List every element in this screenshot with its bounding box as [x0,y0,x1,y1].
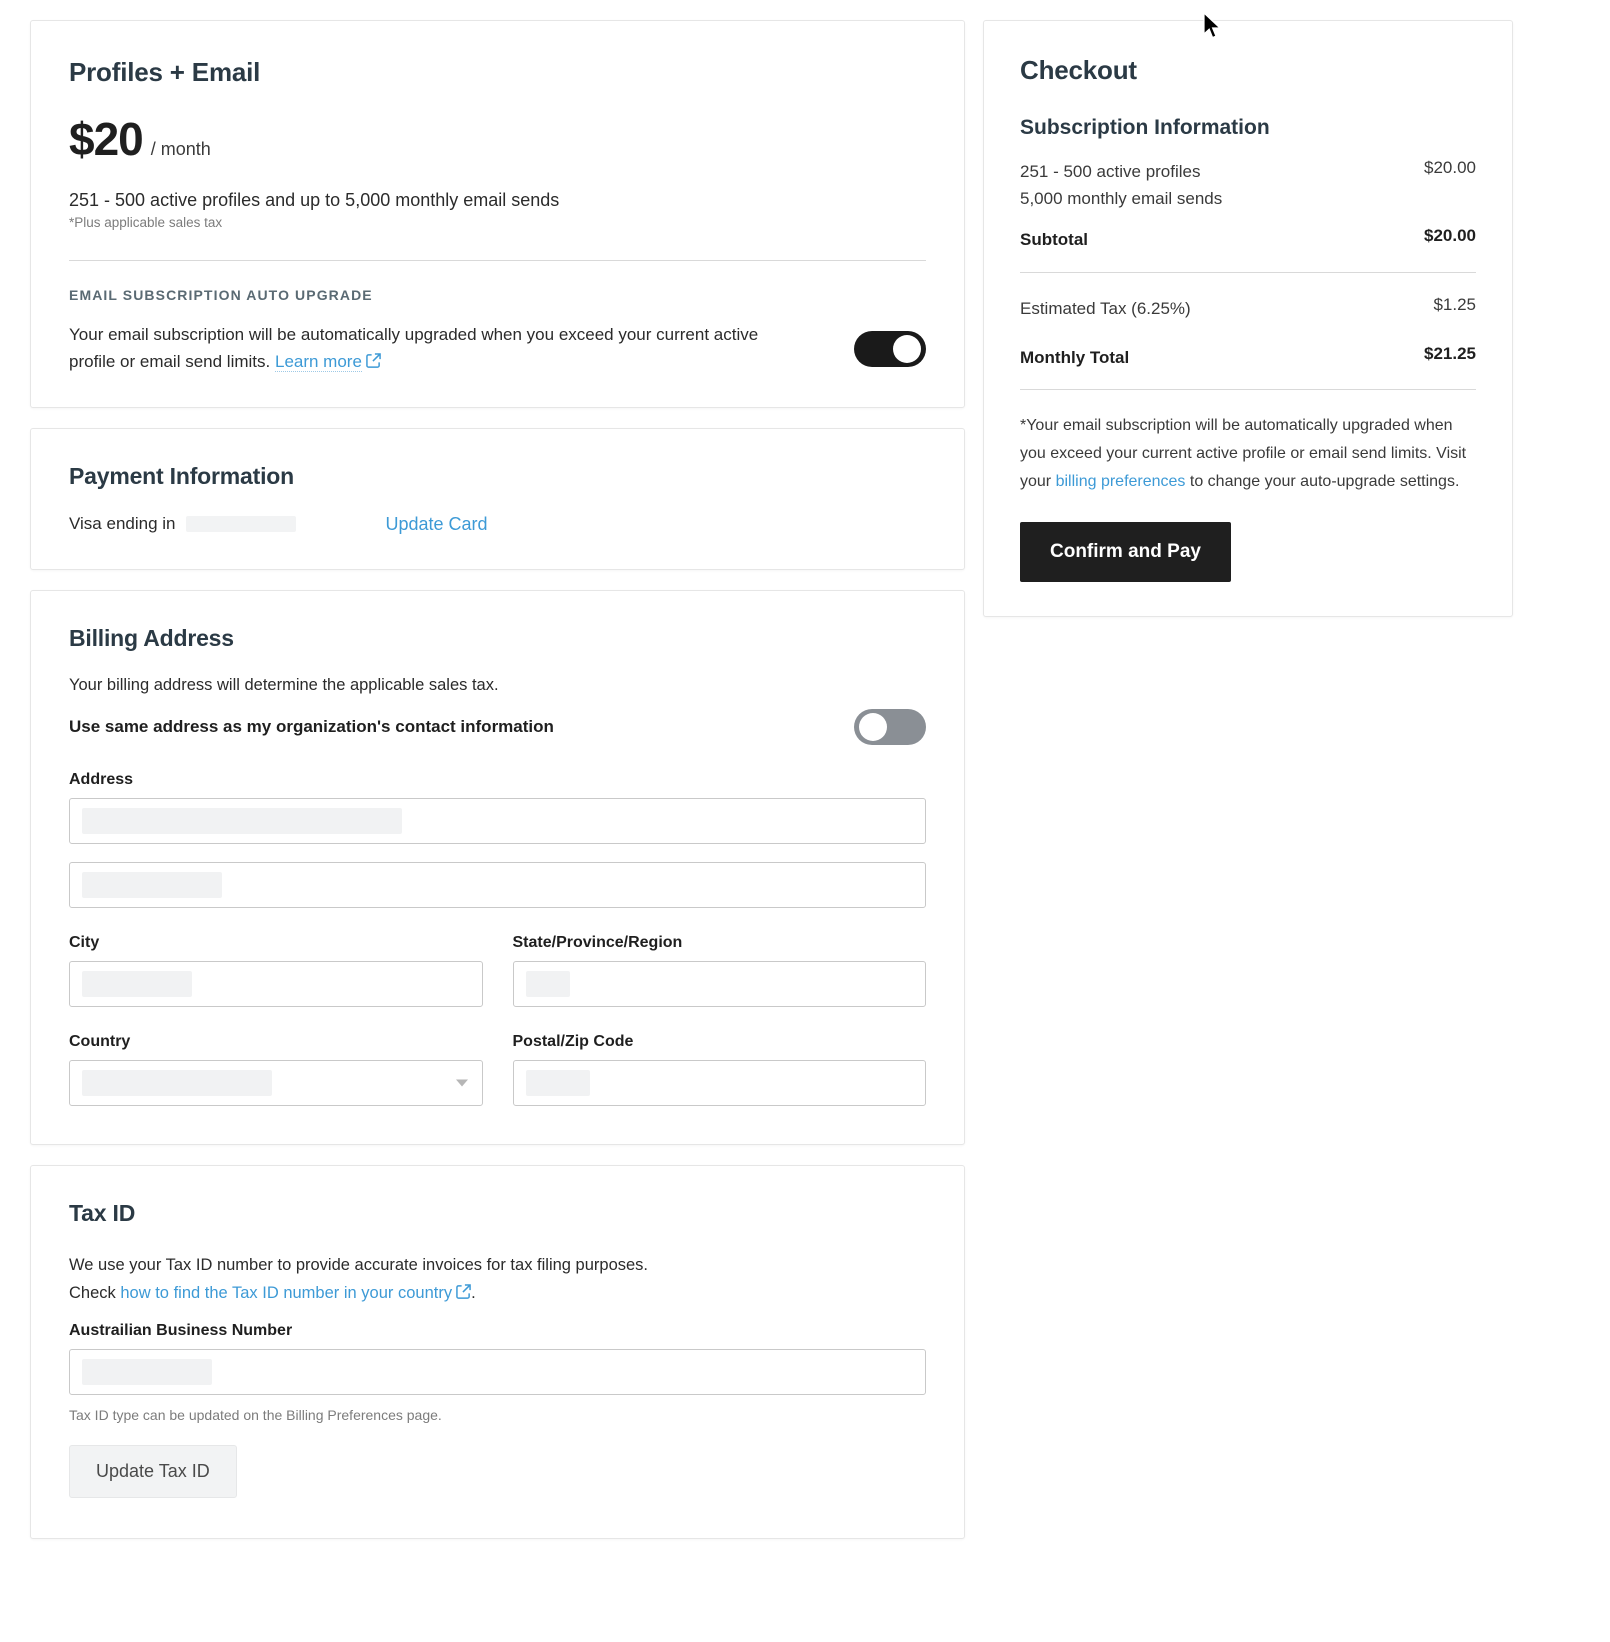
checkout-note-part2: to change your auto-upgrade settings. [1185,472,1460,490]
external-link-icon [456,1280,471,1308]
checkout-total-row: Monthly Total $21.25 [1020,344,1476,371]
tax-id-input[interactable] [69,1348,926,1395]
checkout-tax-value: $1.25 [1433,294,1476,314]
checkout-line-item-label-2: 5,000 monthly email sends [1020,189,1223,209]
auto-upgrade-eyebrow: EMAIL SUBSCRIPTION AUTO UPGRADE [69,287,373,304]
address-line2-input[interactable] [69,861,926,908]
right-column: Checkout Subscription Information 251 - … [983,20,1513,1642]
tax-id-check-text: Check [69,1283,116,1302]
payment-card-row: Visa ending in Update Card [69,514,926,535]
left-column: Profiles + Email $20 / month 251 - 500 a… [30,20,965,1642]
plan-title: Profiles + Email [69,57,261,87]
tax-id-field-label: Austrailian Business Number [69,1321,293,1339]
checkout-subtotal-label: Subtotal [1020,230,1088,250]
toggle-knob [859,712,887,741]
confirm-and-pay-button[interactable]: Confirm and Pay [1020,521,1231,582]
checkout-rule-2 [1020,388,1476,390]
tax-id-description-text: We use your Tax ID number to provide acc… [69,1255,649,1274]
country-select[interactable] [69,1059,483,1106]
plan-price-period: / month [150,139,211,159]
country-postal-row: Country Postal/Zip Code [69,1007,926,1106]
address-line1-value-masked [82,807,402,834]
checkout-subtotal-row: Subtotal $20.00 [1020,226,1476,253]
tax-id-value-masked [82,1358,212,1385]
subscription-information-heading: Subscription Information [1020,116,1270,139]
city-label: City [69,933,100,951]
checkout-line-item-value: $20.00 [1424,158,1476,177]
chevron-down-icon [455,1079,468,1087]
same-address-row: Use same address as my organization's co… [69,708,926,745]
checkout-tax-label: Estimated Tax (6.25%) [1020,298,1191,318]
plan-divider [69,260,926,262]
address-line2-value-masked [82,871,222,898]
payment-information-card: Payment Information Visa ending in Updat… [30,427,965,570]
billing-address-subtitle: Your billing address will determine the … [69,675,499,694]
plan-tax-note: *Plus applicable sales tax [69,215,223,231]
state-value-masked [525,970,570,997]
tax-id-help-link[interactable]: how to find the Tax ID number in your co… [120,1284,452,1302]
billing-address-card: Billing Address Your billing address wil… [30,589,965,1145]
state-label: State/Province/Region [512,933,683,951]
learn-more-label: Learn more [274,352,362,372]
billing-checkout-page: Profiles + Email $20 / month 251 - 500 a… [0,0,1610,1642]
auto-upgrade-description: Your email subscription will be automati… [69,321,809,376]
country-value-masked [82,1069,272,1096]
checkout-line-item-label: 251 - 500 active profiles 5,000 monthly … [1020,158,1222,212]
state-input[interactable] [512,960,926,1007]
tax-id-help-link-label: how to find the Tax ID number in your co… [120,1283,453,1302]
auto-upgrade-row: Your email subscription will be automati… [69,321,926,376]
billing-preferences-link[interactable]: billing preferences [1056,473,1186,490]
payment-card-label: Visa ending in [69,514,176,534]
checkout-title: Checkout [1020,55,1137,85]
address-label: Address [69,770,134,788]
update-tax-id-button[interactable]: Update Tax ID [69,1444,237,1498]
checkout-tax-row: Estimated Tax (6.25%) $1.25 [1020,295,1476,322]
tax-id-description: We use your Tax ID number to provide acc… [69,1251,926,1308]
checkout-rule-1 [1020,271,1476,273]
plan-price-amount: $20 [69,113,144,165]
checkout-auto-upgrade-note: *Your email subscription will be automat… [1020,412,1476,496]
auto-upgrade-text: Your email subscription will be automati… [69,325,759,372]
toggle-knob [893,334,921,363]
learn-more-link[interactable]: Learn more [274,352,362,373]
tax-id-card: Tax ID We use your Tax ID number to prov… [30,1164,965,1539]
tax-id-help-text: Tax ID type can be updated on the Billin… [69,1406,442,1423]
same-address-label: Use same address as my organization's co… [69,716,554,736]
country-label: Country [69,1032,131,1050]
checkout-line-item-label-1: 251 - 500 active profiles [1020,162,1201,181]
postal-input[interactable] [512,1059,926,1106]
plan-summary-card: Profiles + Email $20 / month 251 - 500 a… [30,20,965,408]
checkout-total-value: $21.25 [1424,343,1476,363]
tax-id-heading: Tax ID [69,1199,136,1226]
checkout-total-label: Monthly Total [1020,347,1130,367]
same-address-toggle[interactable] [854,708,926,745]
checkout-line-item: 251 - 500 active profiles 5,000 monthly … [1020,158,1476,212]
billing-address-heading: Billing Address [69,624,234,651]
update-card-link[interactable]: Update Card [386,514,488,535]
external-link-icon [366,349,381,376]
postal-label: Postal/Zip Code [512,1032,634,1050]
plan-description: 251 - 500 active profiles and up to 5,00… [69,190,560,210]
payment-information-heading: Payment Information [69,462,294,489]
city-input[interactable] [69,960,483,1007]
address-line1-input[interactable] [69,797,926,844]
city-value-masked [82,970,192,997]
checkout-card: Checkout Subscription Information 251 - … [983,20,1513,617]
auto-upgrade-toggle[interactable] [854,330,926,367]
city-state-row: City State/Province/Region [69,908,926,1007]
tax-id-description-period: . [471,1283,476,1302]
postal-value-masked [525,1069,590,1096]
checkout-subtotal-value: $20.00 [1424,226,1476,246]
plan-price-row: $20 / month [69,112,926,166]
payment-card-digits-masked [185,516,296,533]
